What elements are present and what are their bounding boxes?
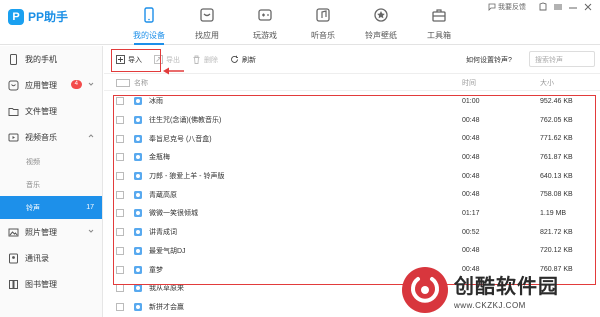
table-row[interactable]: 最爱气胡DJ 00:48 720.12 KB: [104, 242, 600, 261]
nav-ringtone-wallpaper[interactable]: 铃声壁纸: [352, 0, 410, 45]
row-checkbox[interactable]: [116, 134, 124, 143]
row-checkbox[interactable]: [116, 228, 124, 237]
refresh-button[interactable]: 刷新: [230, 55, 256, 65]
video-music-icon: [8, 133, 19, 141]
sidebar-sub-music[interactable]: 音乐: [0, 173, 102, 196]
active-tab-indicator: [134, 43, 164, 45]
nav-listen-music[interactable]: 听音乐: [294, 0, 352, 45]
ringtone-help-link[interactable]: 如何设置铃声?: [466, 55, 512, 65]
row-checkbox[interactable]: [116, 153, 124, 162]
row-checkbox[interactable]: [116, 302, 124, 311]
table-row[interactable]: 青蔵高原 00:48 758.08 KB: [104, 185, 600, 204]
music-file-icon: [134, 153, 142, 162]
table-row[interactable]: 刀郎 - 狼爱上羊 - 铃声版 00:48 640.13 KB: [104, 167, 600, 186]
sidebar-item-app-management[interactable]: 应用管理 4: [0, 72, 102, 98]
app-store-icon: [200, 8, 214, 22]
nav-toolbox[interactable]: 工具箱: [410, 0, 468, 45]
music-file-icon: [134, 228, 142, 237]
table-row[interactable]: 冰雨 01:00 952.46 KB: [104, 92, 600, 111]
music-file-icon: [134, 97, 142, 106]
row-checkbox[interactable]: [116, 209, 124, 218]
refresh-icon: [231, 55, 238, 63]
import-highlight: [111, 49, 161, 72]
sidebar-item-video-music[interactable]: 视频音乐: [0, 124, 102, 150]
row-checkbox[interactable]: [116, 265, 124, 274]
music-file-icon: [134, 209, 142, 218]
site-watermark: 创酷软件园 www.CKZKJ.COM: [402, 262, 600, 317]
nav-my-device[interactable]: 我的设备: [120, 0, 178, 45]
gamepad-icon: [258, 9, 272, 21]
top-bar: P PP助手 我的设备 找应用 玩游戏 听音乐 铃声壁纸 工具箱 我要反馈: [0, 0, 600, 45]
music-file-icon: [134, 190, 142, 199]
nav-find-apps[interactable]: 找应用: [178, 0, 236, 45]
ringtone-count: 17: [86, 204, 94, 211]
window-controls: 我要反馈: [488, 2, 594, 12]
sidebar-sub-video[interactable]: 视频: [0, 150, 102, 173]
sidebar-item-books[interactable]: 图书管理: [0, 271, 102, 297]
delete-button[interactable]: 删除: [192, 55, 218, 65]
sidebar-item-photos[interactable]: 照片管理: [0, 219, 102, 245]
row-checkbox[interactable]: [116, 97, 124, 106]
music-file-icon: [134, 265, 142, 274]
watermark-title: 创酷软件园: [454, 275, 559, 298]
row-checkbox[interactable]: [116, 172, 124, 181]
music-file-icon: [134, 172, 142, 181]
row-checkbox[interactable]: [116, 284, 124, 293]
feedback-link[interactable]: 我要反馈: [488, 2, 526, 12]
row-checkbox[interactable]: [116, 190, 124, 199]
logo-icon: P: [8, 8, 24, 25]
book-icon: [9, 279, 18, 289]
chevron-down-icon: [88, 82, 94, 86]
app-logo: P PP助手: [8, 8, 68, 25]
music-icon: [316, 8, 330, 22]
chevron-down-icon: [88, 229, 94, 233]
photo-icon: [8, 228, 19, 236]
column-name[interactable]: 名称: [134, 78, 148, 88]
skin-icon[interactable]: [537, 2, 549, 12]
row-checkbox[interactable]: [116, 246, 124, 255]
table-row[interactable]: 微微一笑很倾城 01:17 1.19 MB: [104, 204, 600, 223]
folder-icon: [8, 107, 19, 116]
phone-icon: [10, 53, 17, 65]
minimize-icon[interactable]: [567, 2, 579, 12]
music-file-icon: [134, 134, 142, 143]
sidebar-sub-ringtone[interactable]: 铃声 17: [0, 196, 102, 219]
watermark-url: www.CKZKJ.COM: [454, 300, 526, 310]
phone-icon: [144, 7, 154, 23]
table-row[interactable]: 讲青成词 00:52 821.72 KB: [104, 223, 600, 242]
watermark-logo-icon: [402, 266, 448, 313]
row-checkbox[interactable]: [116, 116, 124, 125]
music-file-icon: [134, 302, 142, 311]
music-file-icon: [134, 116, 142, 125]
app-icon: [8, 80, 19, 90]
app-name: PP助手: [28, 10, 69, 24]
feedback-icon: [488, 3, 496, 11]
app-window: P PP助手 我的设备 找应用 玩游戏 听音乐 铃声壁纸 工具箱 我要反馈 我的…: [0, 0, 600, 317]
table-row[interactable]: 金瓶梅 00:48 761.87 KB: [104, 148, 600, 167]
music-file-icon: [134, 246, 142, 255]
nav-play-games[interactable]: 玩游戏: [236, 0, 294, 45]
sidebar-item-contacts[interactable]: 通讯录: [0, 245, 102, 271]
trash-icon: [193, 55, 200, 64]
search-input[interactable]: 搜索铃声: [529, 51, 595, 67]
sidebar-item-file-management[interactable]: 文件管理: [0, 98, 102, 124]
main-nav: 我的设备 找应用 玩游戏 听音乐 铃声壁纸 工具箱: [120, 0, 468, 45]
table-row[interactable]: 奉旨尼克号 (八音盒) 00:48 771.62 KB: [104, 129, 600, 148]
column-time[interactable]: 时间: [462, 78, 476, 88]
sidebar: 我的手机 应用管理 4 文件管理 视频音乐 视频 音乐 铃声 17 照片管理 通…: [0, 46, 103, 317]
close-icon[interactable]: [582, 2, 594, 12]
music-file-icon: [134, 284, 142, 293]
toolbox-icon: [432, 9, 446, 22]
select-all-checkbox[interactable]: [116, 78, 130, 87]
wallpaper-icon: [374, 8, 388, 22]
table-header: 名称 时间 大小: [104, 75, 600, 91]
sidebar-item-my-phone[interactable]: 我的手机: [0, 46, 102, 72]
chevron-up-icon: [88, 134, 94, 138]
update-badge: 4: [70, 80, 82, 89]
column-size[interactable]: 大小: [540, 78, 554, 88]
contacts-icon: [9, 253, 18, 263]
table-row[interactable]: 往生咒(念诵)(佛教音乐) 00:48 762.05 KB: [104, 111, 600, 130]
menu-icon[interactable]: [552, 2, 564, 12]
